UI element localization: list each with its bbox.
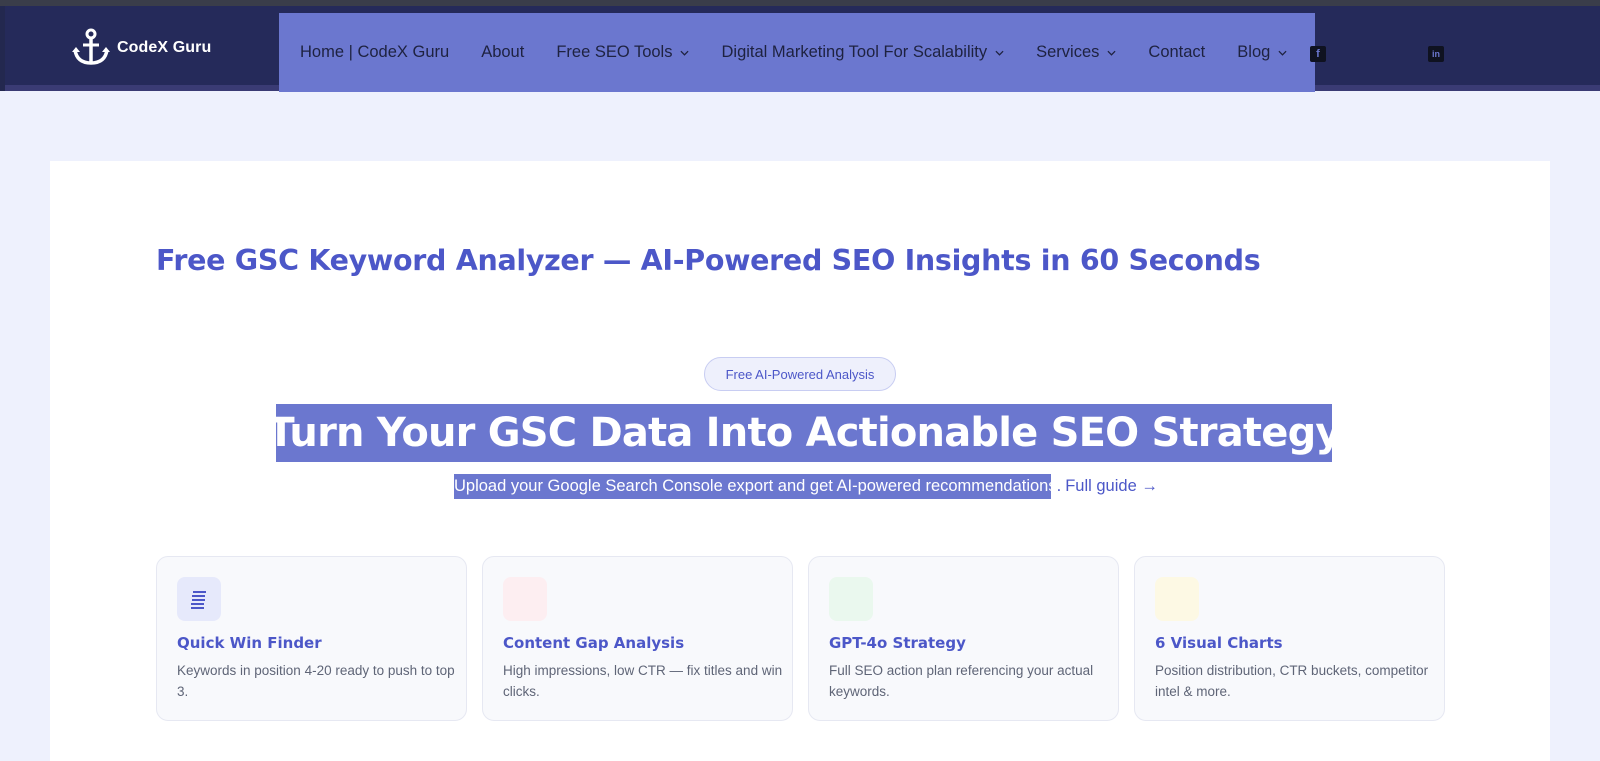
- nav-item-label: Contact: [1148, 43, 1206, 61]
- feature-description: Position distribution, CTR buckets, comp…: [1155, 663, 1429, 699]
- anchor-icon: [72, 28, 110, 65]
- nav-item-5[interactable]: Contact: [1148, 43, 1205, 62]
- feature-title: 6 Visual Charts: [1155, 634, 1283, 652]
- feature-card: Content Gap Analysis High impressions, lo…: [482, 556, 793, 721]
- nav-item-label: Digital Marketing Tool For Scalability: [721, 43, 988, 61]
- logo-text: CodeX Guru: [117, 39, 212, 56]
- feature-description: Keywords in position 4-20 ready to push …: [177, 663, 455, 699]
- chevron-down-icon: [995, 50, 1004, 56]
- linkedin-icon[interactable]: in: [1428, 46, 1444, 62]
- feature-title: GPT-4o Strategy: [829, 634, 966, 652]
- ai-badge: Free AI-Powered Analysis: [704, 357, 896, 391]
- subtitle-period: .: [1056, 477, 1062, 495]
- chevron-down-icon: [1278, 50, 1287, 56]
- nav-item-4[interactable]: Services: [1036, 43, 1116, 62]
- page-title: Free GSC Keyword Analyzer — AI-Powered S…: [156, 244, 1261, 277]
- document-icon: [177, 577, 221, 621]
- chart-icon: [1155, 577, 1199, 621]
- feature-card: Quick Win Finder Keywords in position 4-2…: [156, 556, 467, 721]
- nav-item-1[interactable]: About: [481, 43, 524, 62]
- nav-item-label: Free SEO Tools: [556, 43, 673, 61]
- nav-item-2[interactable]: Free SEO Tools: [556, 43, 690, 62]
- feature-description: Full SEO action plan referencing your ac…: [829, 663, 1094, 699]
- nav-item-label: Services: [1036, 43, 1100, 61]
- subtitle-text: Upload your Google Search Console export…: [454, 477, 1057, 495]
- feature-card: GPT-4o Strategy Full SEO action plan refe…: [808, 556, 1119, 721]
- gap-icon: [503, 577, 547, 621]
- feature-description: High impressions, low CTR — fix titles a…: [503, 663, 783, 699]
- feature-title: Quick Win Finder: [177, 634, 322, 652]
- nav-item-label: About: [481, 43, 525, 61]
- feature-card: 6 Visual Charts Position distribution, CT…: [1134, 556, 1445, 721]
- nav-item-label: Home | CodeX Guru: [300, 43, 450, 61]
- site-header: CodeX Guru Home | CodeX Guru About Free SE…: [5, 6, 1600, 92]
- nav-item-0[interactable]: Home | CodeX Guru: [300, 43, 449, 62]
- nav-item-6[interactable]: Blog: [1237, 43, 1287, 62]
- nav-item-3[interactable]: Digital Marketing Tool For Scalability: [721, 43, 1004, 62]
- chevron-down-icon: [1107, 50, 1116, 56]
- facebook-icon[interactable]: f: [1310, 46, 1326, 62]
- hero-subtitle: Upload your Google Search Console export…: [454, 474, 1158, 499]
- full-guide-link[interactable]: Full guide →: [1065, 477, 1158, 496]
- chevron-down-icon: [680, 50, 690, 56]
- feature-title: Content Gap Analysis: [503, 634, 685, 652]
- hero-heading: Turn Your GSC Data Into Actionable SEO S…: [267, 410, 1341, 456]
- main-nav: Home | CodeX Guru About Free SEO Tools Digi…: [279, 13, 1315, 92]
- strategy-icon: [829, 577, 873, 621]
- nav-item-label: Blog: [1237, 43, 1271, 61]
- site-logo[interactable]: CodeX Guru: [71, 28, 211, 68]
